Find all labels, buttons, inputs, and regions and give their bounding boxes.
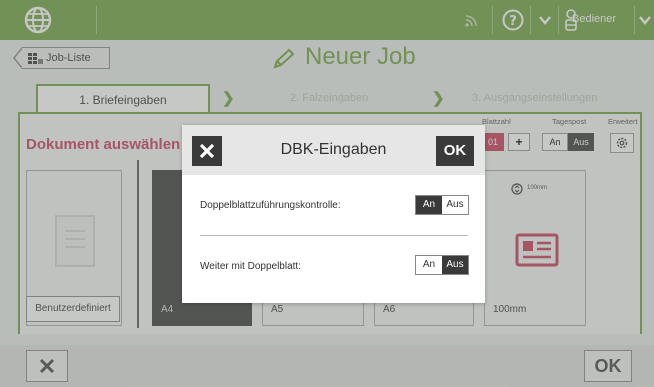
toggle-off[interactable]: Aus — [442, 196, 468, 214]
dbk-dialog: DBK-Eingaben OK Doppelblattzuführungskon… — [182, 125, 485, 303]
dbk-control-label: Doppelblattzuführungskontrolle: — [200, 200, 341, 211]
toggle-off[interactable]: Aus — [442, 256, 468, 274]
continue-double-sheet-label: Weiter mit Doppelblatt: — [200, 261, 301, 272]
dialog-ok-button[interactable]: OK — [436, 136, 474, 166]
dialog-header: DBK-Eingaben OK — [182, 125, 485, 175]
dbk-control-toggle[interactable]: An Aus — [415, 195, 469, 215]
continue-double-sheet-toggle[interactable]: An Aus — [415, 255, 469, 275]
divider — [200, 235, 468, 236]
toggle-on[interactable]: An — [416, 196, 442, 214]
toggle-on[interactable]: An — [416, 256, 442, 274]
